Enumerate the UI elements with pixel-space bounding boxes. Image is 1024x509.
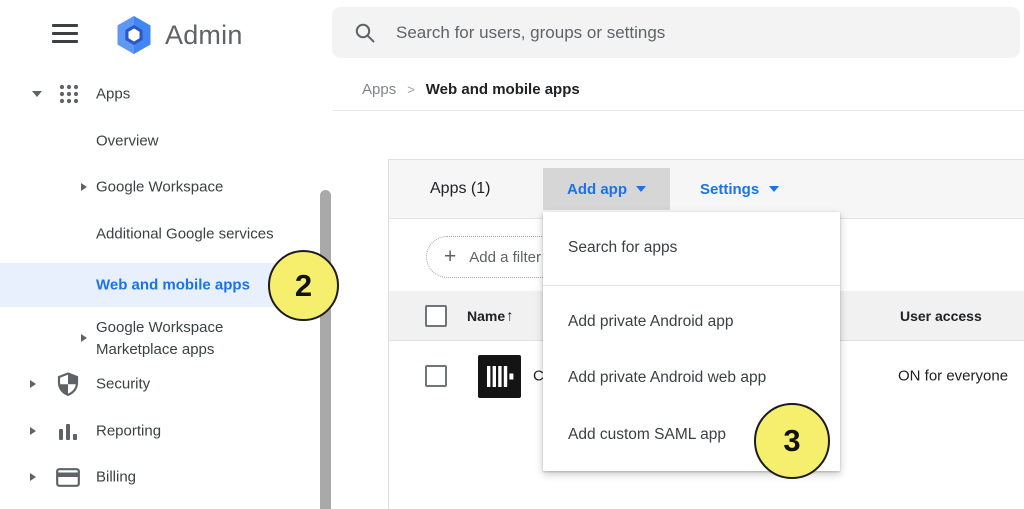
column-header-user-access: User access	[900, 308, 982, 324]
shield-icon	[57, 372, 79, 396]
sidebar-item-label: Google Workspace Marketplace apps	[96, 317, 266, 360]
apps-grid-icon	[58, 83, 80, 105]
breadcrumb-apps-link[interactable]: Apps	[362, 81, 396, 98]
sidebar-item-google-workspace[interactable]: Google Workspace	[0, 172, 331, 202]
chevron-right-icon[interactable]	[81, 183, 87, 191]
breadcrumb: Apps > Web and mobile apps	[362, 79, 580, 99]
admin-console-page: Admin Apps > Web and mobile apps Apps Ov	[0, 0, 1024, 509]
sidebar-item-additional-google-services[interactable]: Additional Google services	[0, 219, 331, 249]
menu-divider	[543, 285, 840, 286]
sidebar-scrollbar[interactable]	[320, 190, 331, 509]
sidebar-item-label: Overview	[96, 133, 159, 150]
bar-chart-icon	[58, 422, 78, 440]
global-search-bar[interactable]	[332, 7, 1020, 58]
add-app-button[interactable]: Add app	[543, 168, 670, 210]
sidebar-item-label: Billing	[96, 469, 136, 486]
settings-label: Settings	[700, 181, 759, 198]
google-admin-logo[interactable]: Admin	[112, 12, 232, 58]
annotation-step-2-badge: 2	[268, 250, 339, 321]
breadcrumb-current-page: Web and mobile apps	[426, 81, 580, 98]
chevron-down-icon[interactable]	[32, 91, 42, 97]
apps-toolbar: Apps (1) Add app Settings	[389, 160, 1024, 219]
row-checkbox[interactable]	[425, 365, 447, 387]
add-filter-label: Add a filter	[469, 249, 541, 266]
sidebar-item-label: Additional Google services	[96, 226, 274, 243]
add-app-label: Add app	[567, 181, 627, 198]
sidebar-item-label: Google Workspace	[96, 179, 223, 196]
app-logo-icon	[478, 355, 521, 398]
sidebar-item-label: Web and mobile apps	[96, 277, 250, 294]
chevron-down-icon	[769, 186, 779, 192]
column-header-name[interactable]: Name	[467, 308, 505, 324]
apps-count-title: Apps (1)	[430, 180, 490, 198]
chevron-right-icon[interactable]	[30, 380, 36, 388]
sidebar-item-reporting[interactable]: Reporting	[0, 416, 331, 446]
admin-wordmark: Admin	[165, 20, 243, 51]
breadcrumb-separator: >	[407, 82, 415, 97]
sort-ascending-icon[interactable]: ↑	[506, 307, 514, 324]
sidebar-item-billing[interactable]: Billing	[0, 462, 331, 492]
menu-hamburger-icon[interactable]	[52, 24, 78, 44]
sidebar-item-label: Security	[96, 376, 150, 393]
admin-hexagon-icon	[112, 13, 156, 57]
chevron-right-icon[interactable]	[30, 427, 36, 435]
chevron-down-icon	[636, 186, 646, 192]
user-access-status: ON for everyone	[898, 367, 1008, 384]
sidebar-item-label: Reporting	[96, 423, 161, 440]
sidebar-item-overview[interactable]: Overview	[0, 126, 331, 156]
sidebar-item-marketplace-apps[interactable]: Google Workspace Marketplace apps	[0, 317, 331, 361]
search-icon	[354, 22, 376, 44]
menu-item-search-for-apps[interactable]: Search for apps	[543, 228, 840, 268]
menu-item-add-private-android-app[interactable]: Add private Android app	[543, 302, 840, 342]
sidebar-item-label: Apps	[96, 86, 130, 103]
settings-button[interactable]: Settings	[700, 168, 779, 210]
sidebar-item-apps[interactable]: Apps	[0, 79, 331, 109]
sidebar-item-security[interactable]: Security	[0, 369, 331, 399]
chevron-right-icon[interactable]	[30, 473, 36, 481]
credit-card-icon	[56, 468, 80, 487]
plus-icon: +	[444, 245, 456, 269]
menu-item-add-private-android-web-app[interactable]: Add private Android web app	[543, 358, 840, 398]
header-divider	[332, 110, 1024, 111]
annotation-step-3-badge: 3	[754, 403, 830, 479]
chevron-right-icon[interactable]	[81, 334, 87, 342]
search-input[interactable]	[396, 23, 956, 43]
select-all-checkbox[interactable]	[425, 305, 447, 327]
